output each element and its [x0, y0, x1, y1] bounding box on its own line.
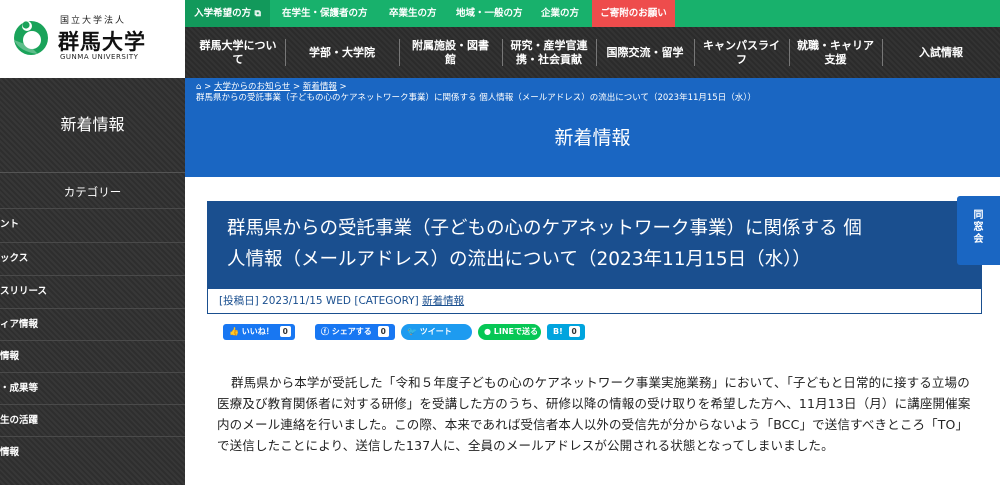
logo-english: GUNMA UNIVERSITY: [60, 53, 139, 61]
article-title: 群馬県からの受託事業（子どもの心のケアネットワーク事業）に関係する 個 人情報（…: [207, 201, 982, 289]
post-date: 2023/11/15 WED: [262, 295, 352, 307]
line-icon: ●: [484, 327, 491, 336]
external-link-icon: ⧉: [254, 9, 261, 19]
facebook-like-button[interactable]: 👍 いいね！ 0: [223, 324, 295, 340]
nav-international[interactable]: 国際交流・留学: [596, 27, 694, 78]
breadcrumb-current: 群馬県からの受託事業（子どもの心のケアネットワーク事業）に関係する 個人情報（メ…: [196, 93, 756, 103]
sidebar-category-item[interactable]: ント: [0, 208, 185, 240]
logo-subtitle: 国立大学法人: [60, 16, 127, 26]
line-send-button[interactable]: ● LINEで送る: [478, 324, 541, 340]
sidebar-category-item[interactable]: ・成果等: [0, 372, 185, 404]
sidebar-title: 新着情報: [60, 115, 125, 134]
sidebar-category-item[interactable]: スリリース: [0, 275, 185, 307]
topbar-link-companies[interactable]: 企業の方: [541, 0, 579, 27]
sidebar-category-item[interactable]: ックス: [0, 242, 185, 274]
breadcrumb: ⌂ > 大学からのお知らせ > 新着情報 > 群馬県からの受託事業（子どもの心の…: [185, 78, 1000, 105]
topbar-link-prospective[interactable]: 入学希望の方 ⧉: [185, 0, 270, 27]
twitter-bird-icon: 🐦: [407, 327, 417, 336]
nav-about[interactable]: 群馬大学について: [191, 27, 285, 78]
topbar-link-alumni[interactable]: 卒業生の方: [389, 0, 437, 27]
topbar-link-donate[interactable]: ご寄附のお願い: [592, 0, 675, 27]
twitter-tweet-button[interactable]: 🐦 ツイート: [401, 324, 472, 340]
nav-career[interactable]: 就職・キャリア 支援: [789, 27, 882, 78]
breadcrumb-link-news[interactable]: 大学からのお知らせ: [214, 82, 290, 92]
hatena-bookmark-button[interactable]: B! 0: [547, 324, 585, 340]
nav-admissions[interactable]: 入試情報: [882, 27, 1000, 78]
sidebar-category-item[interactable]: ィア情報: [0, 308, 185, 340]
sidebar-category-item[interactable]: 情報: [0, 436, 185, 468]
home-icon[interactable]: ⌂: [196, 82, 201, 92]
alumni-side-tab[interactable]: 同 窓 会: [957, 196, 1000, 265]
category-link[interactable]: 新着情報: [422, 295, 464, 307]
sidebar-category-item[interactable]: 情報: [0, 340, 185, 372]
sidebar: 新着情報 カテゴリー ント ックス スリリース ィア情報 情報 ・成果等 生の活…: [0, 78, 185, 485]
topbar-link-community[interactable]: 地域・一般の方: [456, 0, 523, 27]
article-meta: [投稿日] 2023/11/15 WED [CATEGORY] 新着情報: [207, 289, 982, 314]
breadcrumb-link-latest[interactable]: 新着情報: [303, 82, 337, 92]
nav-research[interactable]: 研究・産学官連 携・社会貢献: [502, 27, 596, 78]
sidebar-category-item[interactable]: 生の活躍: [0, 404, 185, 436]
hatena-bookmark-icon: B!: [553, 327, 563, 336]
article-body: 群馬県から本学が受託した「令和５年度子どもの心のケアネットワーク事業実施業務」に…: [217, 375, 971, 453]
gunma-university-logo: [14, 21, 48, 55]
page-title: 新着情報: [185, 105, 1000, 177]
site-logo[interactable]: 国立大学法人 群馬大学 GUNMA UNIVERSITY: [0, 0, 185, 78]
nav-facilities[interactable]: 附属施設・図書館: [399, 27, 502, 78]
sidebar-divider: [0, 172, 185, 173]
audience-links-bar: 入学希望の方 ⧉ 在学生・保護者の方 卒業生の方 地域・一般の方 企業の方 ご寄…: [185, 0, 1000, 27]
logo-title: 群馬大学: [58, 30, 146, 54]
facebook-share-button[interactable]: ⓕ シェアする 0: [315, 324, 395, 340]
topbar-link-students[interactable]: 在学生・保護者の方: [282, 0, 368, 27]
nav-faculties[interactable]: 学部・大学院: [285, 27, 399, 78]
nav-campus-life[interactable]: キャンパスライフ: [694, 27, 789, 78]
facebook-icon: ⓕ: [321, 327, 329, 336]
category-heading: カテゴリー: [63, 185, 122, 199]
main-navigation: 群馬大学について 学部・大学院 附属施設・図書館 研究・産学官連 携・社会貢献 国…: [185, 27, 1000, 78]
thumbs-up-icon: 👍: [229, 327, 239, 336]
